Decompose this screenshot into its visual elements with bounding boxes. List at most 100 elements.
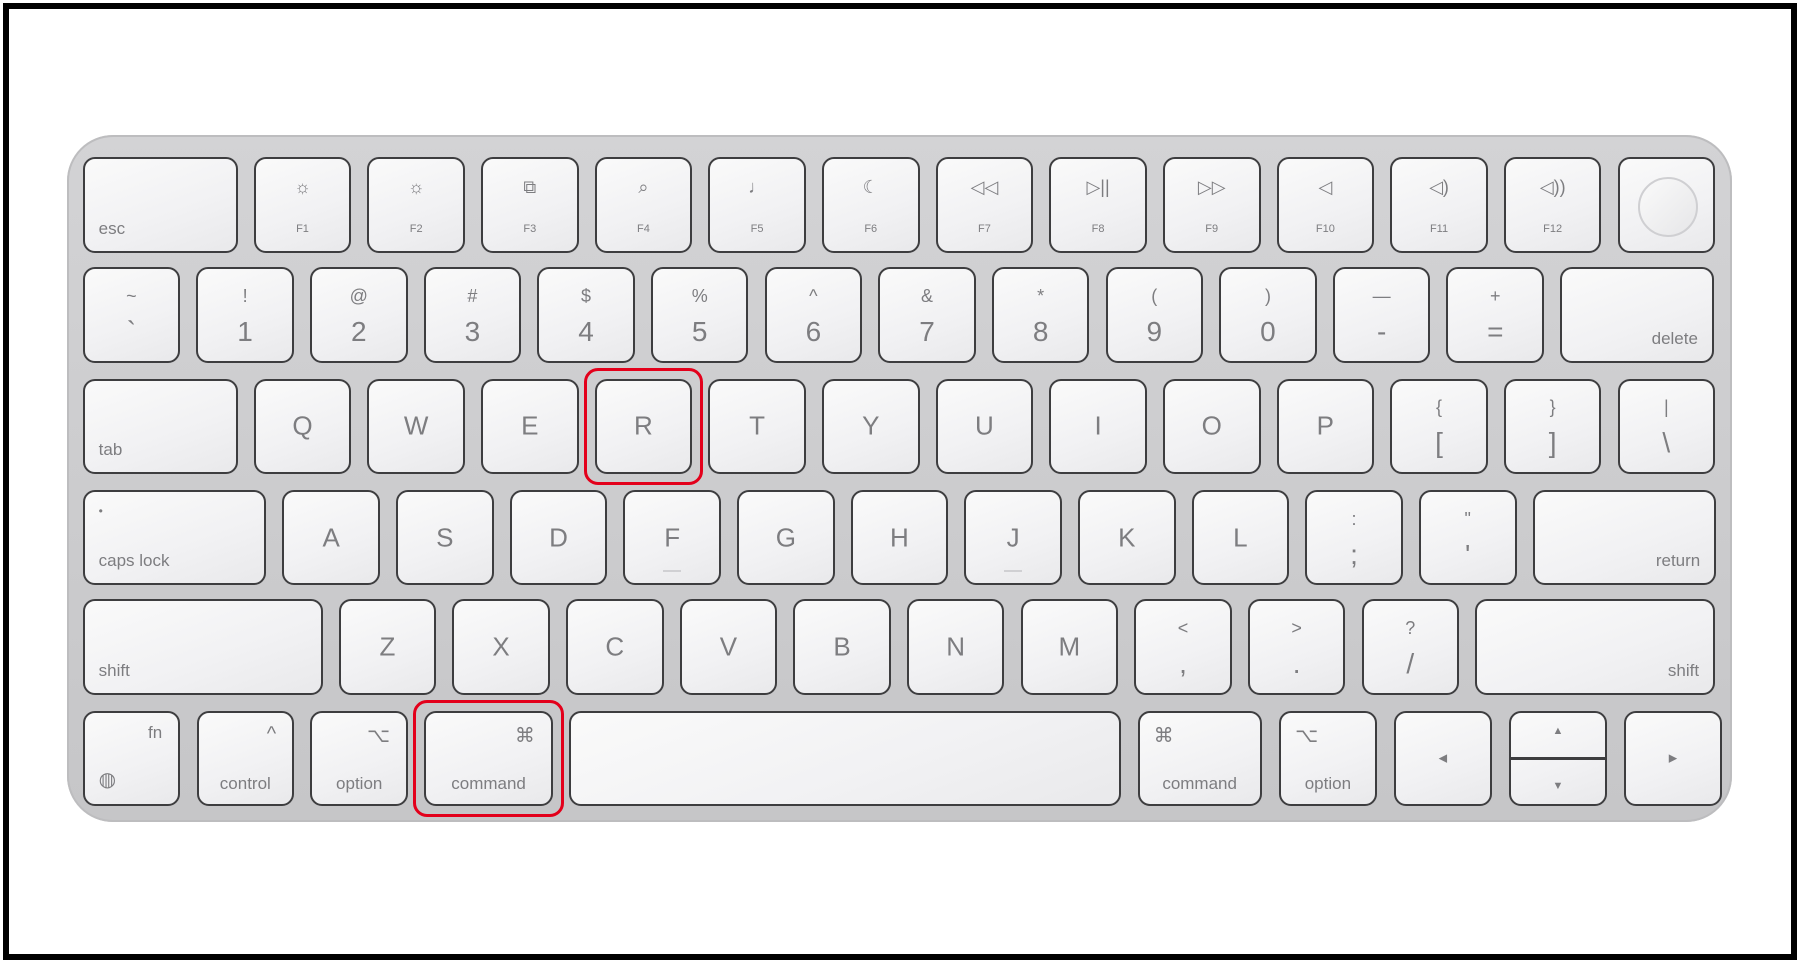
key-arrow-up-down[interactable]: ▲ ▼ xyxy=(1509,710,1607,806)
key-backtick[interactable]: ~ ` xyxy=(82,267,181,363)
key-6[interactable]: ^ 6 xyxy=(764,267,863,363)
key-shift-left[interactable]: shift xyxy=(82,599,323,695)
key-f[interactable]: F xyxy=(623,490,721,586)
key-w[interactable]: W xyxy=(367,378,465,475)
key-x[interactable]: X xyxy=(452,599,550,695)
key-shift-symbol: ? xyxy=(1405,617,1416,638)
key-label: return xyxy=(1655,551,1701,571)
key-7[interactable]: & 7 xyxy=(878,267,976,363)
key-p[interactable]: P xyxy=(1276,378,1375,475)
key-letter: D xyxy=(549,522,568,553)
key-o[interactable]: O xyxy=(1162,378,1261,475)
key-8[interactable]: * 8 xyxy=(991,267,1090,363)
key-esc[interactable]: esc xyxy=(82,157,238,253)
key-1[interactable]: ! 1 xyxy=(196,267,294,363)
key-j[interactable]: J xyxy=(964,490,1062,586)
key-period[interactable]: >. xyxy=(1247,599,1346,695)
key-shift-symbol: # xyxy=(467,285,478,306)
key-t[interactable]: T xyxy=(708,378,806,475)
key-caps-lock[interactable]: • caps lock xyxy=(82,490,267,586)
brightness-down-icon: ☼ xyxy=(294,177,311,198)
key-equals[interactable]: + = xyxy=(1446,267,1545,363)
key-f2[interactable]: ☼ F2 xyxy=(367,157,465,253)
key-f8[interactable]: ▷|| F8 xyxy=(1049,157,1147,253)
key-quote[interactable]: " ' xyxy=(1418,490,1517,586)
key-i[interactable]: I xyxy=(1049,378,1147,475)
key-y[interactable]: Y xyxy=(821,378,920,475)
key-u[interactable]: U xyxy=(935,378,1034,475)
key-k[interactable]: K xyxy=(1077,490,1176,586)
key-r[interactable]: R xyxy=(594,378,693,475)
key-g[interactable]: G xyxy=(737,490,835,586)
key-f4[interactable]: ⌕ F4 xyxy=(594,157,693,253)
key-f3[interactable]: ⧉ F3 xyxy=(481,157,579,253)
key-letter: T xyxy=(749,410,766,441)
key-open-bracket[interactable]: {[ xyxy=(1390,378,1488,475)
key-5[interactable]: % 5 xyxy=(650,267,749,363)
key-close-bracket[interactable]: }] xyxy=(1503,378,1602,475)
key-command-right[interactable]: ⌘ command xyxy=(1137,710,1262,806)
key-command-left[interactable]: ⌘ command xyxy=(424,710,553,806)
key-f9[interactable]: ▷▷ F9 xyxy=(1162,157,1261,253)
arrow-right-icon: ▶ xyxy=(1668,752,1678,765)
key-comma[interactable]: <, xyxy=(1134,599,1232,695)
key-label: delete xyxy=(1651,328,1698,348)
key-f1[interactable]: ☼ F1 xyxy=(253,157,352,253)
key-d[interactable]: D xyxy=(509,490,608,586)
key-shift-right[interactable]: shift xyxy=(1475,599,1716,695)
key-symbol: 8 xyxy=(1032,315,1049,347)
key-arrow-right[interactable]: ▶ xyxy=(1624,710,1722,806)
fast-forward-icon: ▷▷ xyxy=(1197,177,1226,198)
key-letter: S xyxy=(436,522,454,553)
key-shift-symbol: > xyxy=(1291,617,1302,638)
key-b[interactable]: B xyxy=(793,599,891,695)
key-f10[interactable]: ◁ F10 xyxy=(1276,157,1375,253)
key-0[interactable]: ) 0 xyxy=(1219,267,1317,363)
key-minus[interactable]: — - xyxy=(1332,267,1431,363)
key-option-left[interactable]: ⌥ option xyxy=(310,710,408,806)
key-3[interactable]: #3 xyxy=(423,267,522,363)
key-slash[interactable]: ? / xyxy=(1361,599,1460,695)
key-n[interactable]: N xyxy=(906,599,1005,695)
modifier-symbol-icon: ⌥ xyxy=(1295,724,1319,747)
key-f5[interactable]: ♩ F5 xyxy=(708,157,806,253)
key-4[interactable]: $4 xyxy=(537,267,635,363)
key-c[interactable]: C xyxy=(565,599,664,695)
key-arrow-left[interactable]: ◀ xyxy=(1394,710,1492,806)
key-v[interactable]: V xyxy=(679,599,778,695)
key-a[interactable]: A xyxy=(282,490,380,586)
key-f12[interactable]: ◁)) F12 xyxy=(1503,157,1602,253)
key-m[interactable]: M xyxy=(1020,599,1119,695)
key-s[interactable]: S xyxy=(396,490,494,586)
key-letter: Z xyxy=(379,631,396,662)
key-shift-symbol: + xyxy=(1490,285,1501,306)
key-space[interactable] xyxy=(569,710,1122,806)
mute-icon: ◁ xyxy=(1318,177,1333,198)
key-f7[interactable]: ◁◁ F7 xyxy=(935,157,1034,253)
key-f11[interactable]: ◁) F11 xyxy=(1390,157,1488,253)
key-option-right[interactable]: ⌥ option xyxy=(1279,710,1377,806)
key-f6[interactable]: ☾ F6 xyxy=(821,157,920,253)
key-return[interactable]: return xyxy=(1532,490,1717,586)
key-q[interactable]: Q xyxy=(253,378,352,475)
key-semicolon[interactable]: :; xyxy=(1305,490,1403,586)
key-backslash[interactable]: | \ xyxy=(1617,378,1716,475)
key-label: F7 xyxy=(977,222,991,235)
key-letter: B xyxy=(833,631,851,662)
key-e[interactable]: E xyxy=(481,378,579,475)
key-z[interactable]: Z xyxy=(338,599,437,695)
play-pause-icon: ▷|| xyxy=(1086,177,1110,198)
key-label: shift xyxy=(98,660,130,680)
key-tab[interactable]: tab xyxy=(82,378,238,475)
key-shift-symbol: ) xyxy=(1264,285,1271,306)
key-fn[interactable]: fn ◍ xyxy=(82,710,181,806)
key-9[interactable]: (9 xyxy=(1105,267,1204,363)
key-2[interactable]: @2 xyxy=(309,267,408,363)
key-delete[interactable]: delete xyxy=(1560,267,1714,363)
key-symbol: 0 xyxy=(1260,315,1276,347)
key-label: F12 xyxy=(1543,222,1563,235)
key-l[interactable]: L xyxy=(1191,490,1290,586)
key-control[interactable]: ^ control xyxy=(196,710,295,806)
key-h[interactable]: H xyxy=(850,490,949,586)
key-touch-id[interactable] xyxy=(1617,157,1716,253)
